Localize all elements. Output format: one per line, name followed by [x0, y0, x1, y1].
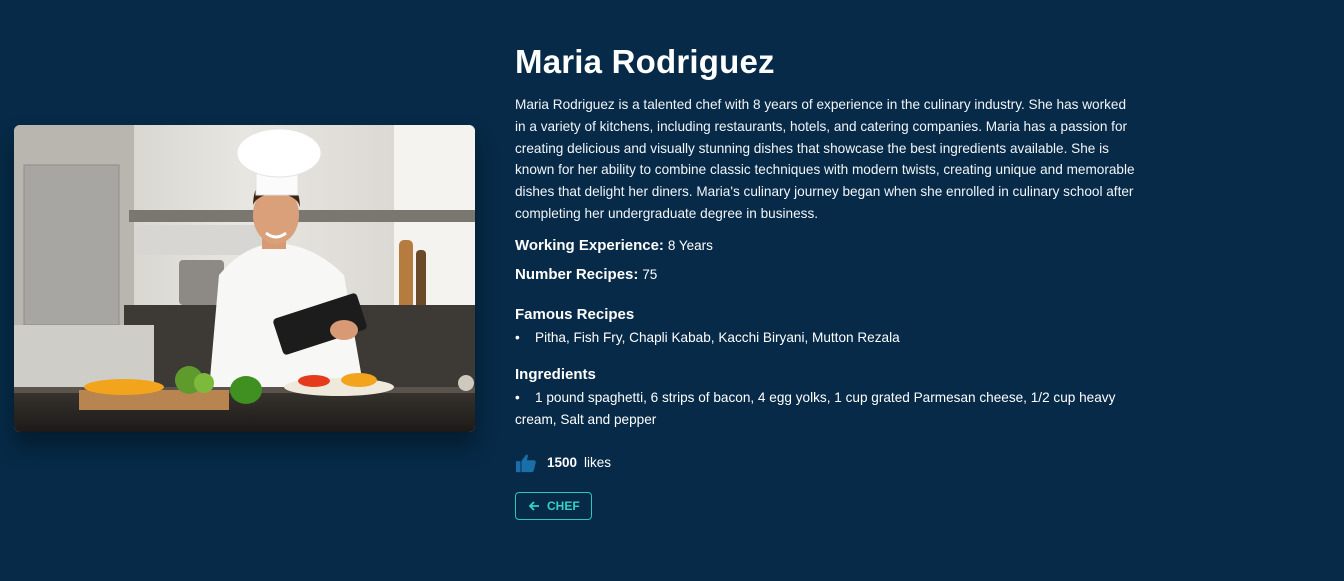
famous-recipe-text: Pitha, Fish Fry, Chapli Kabab, Kacchi Bi…: [535, 329, 900, 345]
bullet-icon: •: [515, 329, 520, 345]
likes-label: likes: [584, 455, 612, 471]
chef-photo: [14, 125, 475, 432]
chef-name: Maria Rodriguez: [515, 43, 775, 80]
experience-label: Working Experience:: [515, 236, 664, 254]
chef-bio: Maria Rodriguez is a talented chef with …: [515, 97, 1135, 221]
recipes-value: 75: [642, 266, 658, 282]
experience-stat: Working Experience: 8 Years: [515, 233, 1140, 258]
experience-value: 8 Years: [667, 237, 713, 253]
likes-count: 1500: [547, 455, 578, 471]
chef-details: Maria Rodriguez Maria Rodriguez is a tal…: [515, 40, 1140, 520]
bullet-icon: •: [515, 389, 520, 405]
back-button-label: CHEF: [547, 498, 580, 513]
recipes-label: Number Recipes:: [515, 265, 639, 283]
arrow-left-icon: [528, 501, 539, 511]
list-item: • Pitha, Fish Fry, Chapli Kabab, Kacchi B…: [515, 327, 1140, 349]
likes-row: 1500 likes: [515, 451, 1140, 475]
ingredients-title: Ingredients: [515, 365, 596, 383]
back-to-chefs-button[interactable]: CHEF: [515, 491, 592, 520]
ingredient-text: 1 pound spaghetti, 6 strips of bacon, 4 …: [515, 389, 1116, 427]
ingredients-list: • 1 pound spaghetti, 6 strips of bacon, 4…: [515, 387, 1140, 431]
famous-recipes-list: • Pitha, Fish Fry, Chapli Kabab, Kacchi B…: [515, 327, 1140, 349]
list-item: • 1 pound spaghetti, 6 strips of bacon, 4…: [515, 387, 1140, 431]
recipes-stat: Number Recipes: 75: [515, 262, 1140, 287]
thumbs-up-icon[interactable]: [515, 452, 537, 474]
famous-recipes-title: Famous Recipes: [515, 305, 635, 323]
